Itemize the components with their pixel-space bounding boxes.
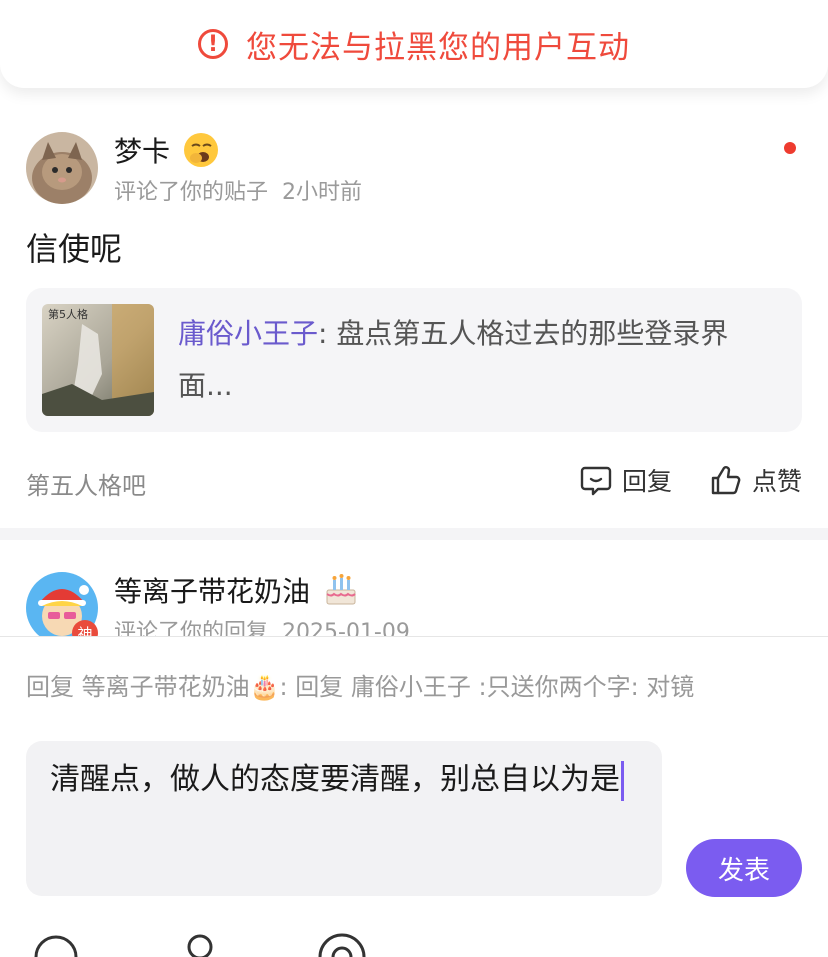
reply-button[interactable]: 回复 (580, 462, 672, 498)
reply-input-text[interactable]: 清醒点，做人的态度要清醒，别总自以为是 (50, 753, 650, 807)
notification-card[interactable]: 神 等离子带花奶油 评论了你的回复 2025-01-09 (0, 540, 828, 646)
comment-icon (580, 466, 612, 496)
quoted-post-author[interactable]: 庸俗小王子 (178, 317, 318, 350)
quoted-post-text: 庸俗小王子: 盘点第五人格过去的那些登录界面... (178, 317, 729, 402)
thumbs-up-icon (711, 466, 741, 495)
forum-name[interactable]: 第五人格吧 (26, 466, 146, 501)
reply-panel: 回复 等离子带花奶油🎂: 回复 庸俗小王子 :只送你两个字: 对镜 清醒点，做人… (0, 636, 828, 957)
post-thumbnail: 第5人格 (42, 304, 154, 416)
alert-circle-icon: ! (198, 29, 228, 59)
at-icon[interactable] (316, 933, 368, 957)
svg-text:第5人格: 第5人格 (48, 307, 88, 321)
unread-dot (784, 142, 796, 154)
toast-message: 您无法与拉黑您的用户互动 (246, 29, 630, 66)
mention-user-icon[interactable] (184, 933, 216, 957)
emoji-icon[interactable] (32, 933, 80, 957)
yawning-face-icon (183, 132, 219, 175)
user-name[interactable]: 等离子带花奶油 (114, 570, 359, 615)
reply-input[interactable]: 清醒点，做人的态度要清醒，别总自以为是 (26, 741, 662, 896)
reply-target: 回复 等离子带花奶油🎂: 回复 庸俗小王子 :只送你两个字: 对镜 (26, 673, 695, 701)
notification-meta: 评论了你的贴子 2小时前 (114, 180, 363, 205)
avatar[interactable] (26, 132, 98, 204)
text-caret (621, 760, 624, 801)
send-button[interactable]: 发表 (686, 839, 802, 897)
notification-card[interactable]: 梦卡 评论了你的贴子 2小时前 信使呢 第5人格 庸俗小王子: 盘点第五人格过去… (0, 110, 828, 528)
user-name[interactable]: 梦卡 (114, 130, 219, 175)
like-button[interactable]: 点赞 (710, 462, 802, 498)
error-toast: ! 您无法与拉黑您的用户互动 (0, 0, 828, 88)
section-divider (0, 528, 828, 540)
birthday-cake-icon (323, 572, 359, 615)
quoted-post[interactable]: 第5人格 庸俗小王子: 盘点第五人格过去的那些登录界面... (26, 288, 802, 432)
comment-text: 信使呢 (26, 230, 123, 268)
